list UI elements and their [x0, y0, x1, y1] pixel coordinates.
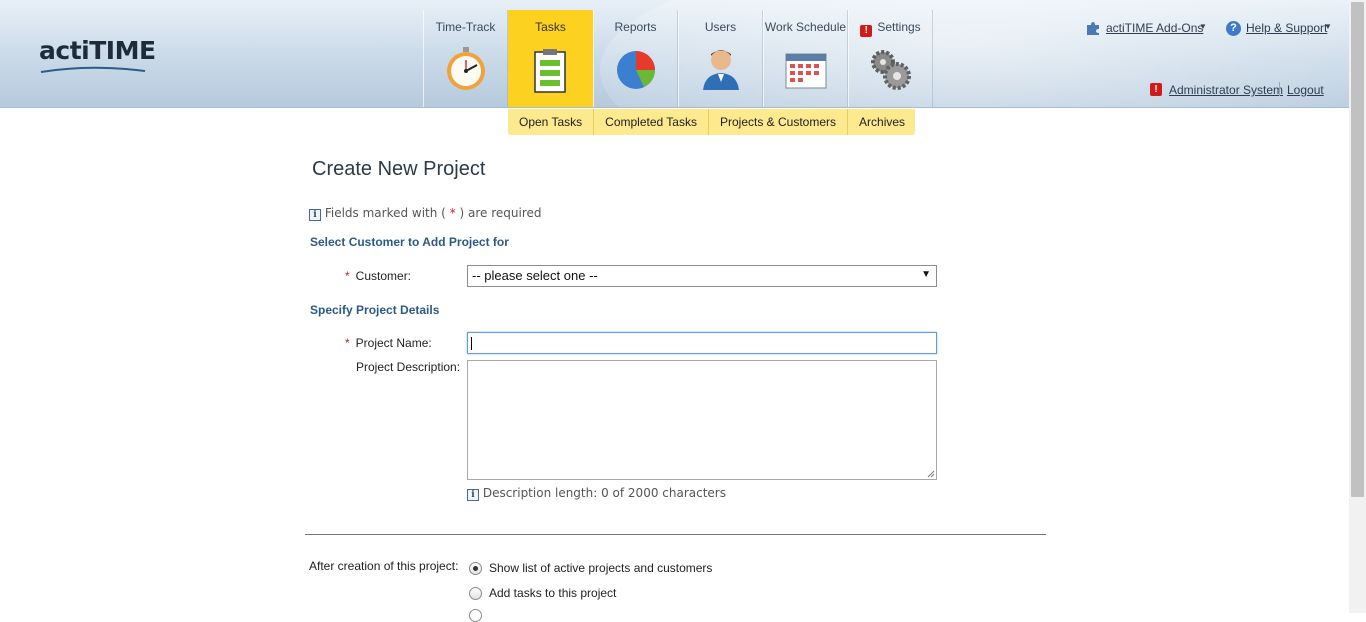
- info-icon: i: [467, 489, 479, 501]
- radio-add-tasks[interactable]: Add tasks to this project: [469, 586, 616, 600]
- pie-chart-icon: [617, 51, 655, 89]
- tasks-subnav: Open Tasks Completed Tasks Projects & Cu…: [508, 109, 915, 135]
- required-star: *: [449, 206, 456, 220]
- nav-tab-label: Work Schedule: [764, 20, 847, 34]
- clipboard-icon: [534, 49, 566, 93]
- page-scrollbar[interactable]: [1349, 0, 1366, 613]
- project-name-label-text: Project Name:: [355, 336, 432, 350]
- gears-icon: [871, 50, 911, 90]
- info-icon: i: [309, 209, 321, 221]
- help-icon: ?: [1226, 21, 1241, 36]
- top-header: actiTIME Time-Track Tasks Reports Users …: [0, 0, 1349, 108]
- required-note-suffix: ) are required: [459, 206, 542, 220]
- nav-tab-label: Tasks: [535, 20, 566, 34]
- help-dropdown-icon[interactable]: ▼: [1324, 22, 1332, 31]
- nav-tab-users[interactable]: Users: [678, 10, 763, 107]
- help-support-link[interactable]: Help & Support: [1246, 21, 1327, 35]
- subnav-open-tasks[interactable]: Open Tasks: [508, 109, 595, 135]
- puzzle-icon: [1087, 22, 1099, 35]
- radio-label: Show list of active projects and custome…: [489, 561, 713, 575]
- logout-link[interactable]: Logout: [1287, 83, 1324, 97]
- nav-tab-settings[interactable]: ! Settings: [848, 10, 933, 107]
- nav-tab-reports[interactable]: Reports: [593, 10, 678, 107]
- radio-button[interactable]: [469, 561, 482, 575]
- nav-tab-work-schedule[interactable]: Work Schedule: [763, 10, 848, 107]
- customer-select[interactable]: -- please select one -- ▼: [467, 265, 937, 287]
- dropdown-arrow-icon: ▼: [921, 269, 931, 280]
- radio-partial-next: [469, 609, 482, 622]
- page-title: Create New Project: [312, 158, 486, 180]
- link-separator: [1279, 82, 1280, 96]
- project-description-label: Project Description:: [356, 360, 461, 374]
- customer-select-value: -- please select one --: [472, 268, 598, 283]
- resize-grip-icon[interactable]: [927, 470, 935, 478]
- section-heading-details: Specify Project Details: [310, 303, 440, 317]
- section-divider: [305, 534, 1046, 535]
- description-length-note: i Description length: 0 of 2000 characte…: [467, 486, 726, 501]
- radio-button[interactable]: [469, 586, 482, 600]
- description-length-text: Description length: 0 of 2000 characters: [482, 486, 726, 500]
- text-caret: [471, 337, 472, 350]
- radio-show-list[interactable]: Show list of active projects and custome…: [469, 561, 712, 575]
- radio-label: Add tasks to this project: [489, 586, 617, 600]
- required-fields-note: i Fields marked with ( * ) are required: [309, 206, 542, 221]
- user-icon: [703, 50, 739, 90]
- nav-tab-tasks[interactable]: Tasks: [508, 10, 593, 107]
- actitime-logo[interactable]: actiTIME: [39, 36, 156, 65]
- calendar-icon: [785, 53, 827, 89]
- subnav-completed-tasks[interactable]: Completed Tasks: [594, 109, 709, 135]
- project-description-textarea[interactable]: [467, 360, 937, 480]
- nav-tab-time-track[interactable]: Time-Track: [423, 10, 508, 107]
- nav-tab-label: Time-Track: [435, 20, 496, 34]
- stopwatch-icon: [447, 47, 485, 90]
- nav-tab-label: Users: [704, 20, 737, 34]
- section-heading-customer: Select Customer to Add Project for: [310, 235, 509, 249]
- customer-label-text: Customer:: [355, 269, 412, 283]
- project-name-label: * Project Name:: [345, 336, 432, 350]
- scrollbar-thumb[interactable]: [1351, 2, 1364, 497]
- nav-tab-label: Reports: [614, 20, 657, 34]
- user-alert-icon: !: [1150, 83, 1162, 96]
- project-name-input[interactable]: [467, 332, 937, 354]
- nav-tab-label-wrap: ! Settings: [849, 20, 932, 37]
- customer-label: * Customer:: [345, 269, 411, 283]
- required-star: *: [345, 336, 350, 350]
- subnav-archives[interactable]: Archives: [848, 109, 916, 135]
- settings-alert-icon: !: [860, 25, 873, 37]
- user-profile-link[interactable]: Administrator System: [1169, 83, 1283, 97]
- after-creation-label: After creation of this project:: [309, 559, 459, 573]
- required-note-prefix: Fields marked with (: [324, 206, 446, 220]
- logo-swoosh-icon: [40, 66, 146, 73]
- addons-dropdown-icon[interactable]: ▼: [1199, 22, 1207, 31]
- addons-link[interactable]: actiTIME Add-Ons: [1106, 21, 1203, 35]
- required-star: *: [345, 269, 350, 283]
- nav-tab-label: Settings: [877, 20, 921, 34]
- subnav-projects-customers[interactable]: Projects & Customers: [709, 109, 849, 135]
